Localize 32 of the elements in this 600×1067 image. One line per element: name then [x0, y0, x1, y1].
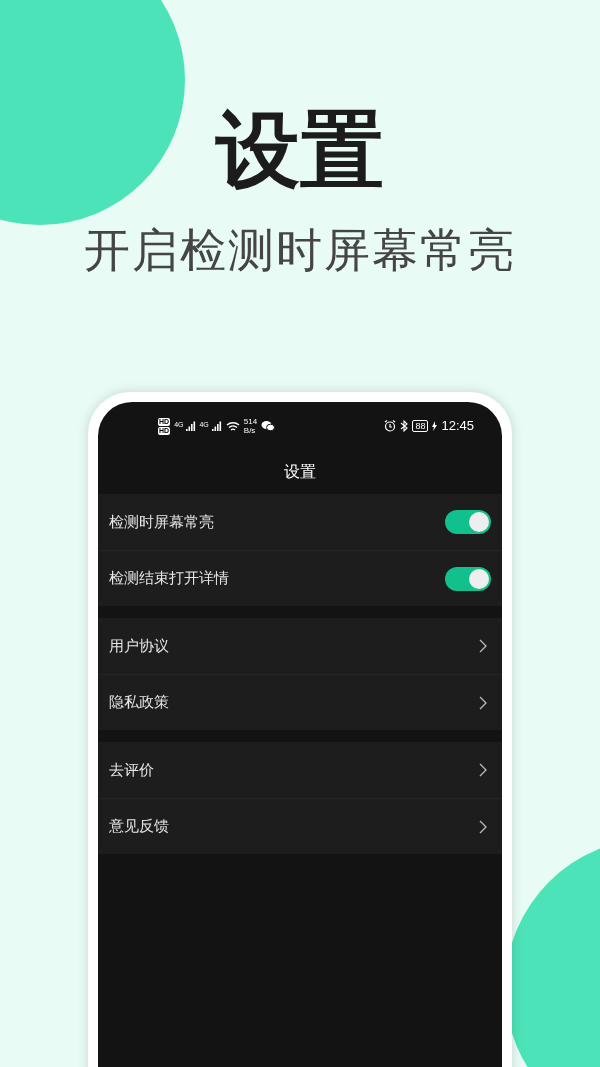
- chevron-icon: [479, 819, 487, 834]
- row-label: 检测结束打开详情: [109, 568, 229, 589]
- settings-row[interactable]: 意见反馈: [98, 798, 502, 854]
- chevron-icon: [479, 639, 487, 653]
- signal-icon: [186, 421, 197, 431]
- subtitle: 开启检测时屏幕常亮: [84, 223, 516, 278]
- network-speed: 514: [243, 417, 258, 426]
- bluetooth-icon: [400, 420, 409, 432]
- screen-title: 设置: [284, 462, 316, 482]
- settings-row[interactable]: 检测时屏幕常亮: [98, 494, 502, 550]
- settings-row[interactable]: 检测结束打开详情: [98, 550, 502, 606]
- chat-icon: [261, 420, 276, 432]
- status-time: 12:45: [441, 417, 474, 436]
- row-label: 用户协议: [109, 635, 169, 656]
- toggle-switch[interactable]: [445, 566, 491, 591]
- row-label: 意见反馈: [109, 816, 169, 837]
- settings-row[interactable]: 去评价: [98, 742, 502, 798]
- network-speed-unit: B/s: [243, 426, 257, 435]
- signal-icon: [211, 421, 222, 431]
- battery-level: 88: [412, 420, 429, 432]
- headline: 设置: [216, 102, 384, 199]
- row-label: 检测时屏幕常亮: [109, 511, 214, 532]
- charging-icon: [432, 421, 438, 431]
- toggle-switch[interactable]: [445, 510, 491, 534]
- chevron-icon: [479, 763, 487, 777]
- wifi-icon: [225, 420, 240, 432]
- row-label: 隐私政策: [109, 692, 169, 713]
- alarm-icon: [384, 420, 397, 432]
- settings-row[interactable]: 用户协议: [98, 618, 502, 674]
- chevron-icon: [479, 695, 487, 710]
- settings-row[interactable]: 隐私政策: [98, 674, 502, 730]
- row-label: 去评价: [109, 759, 154, 780]
